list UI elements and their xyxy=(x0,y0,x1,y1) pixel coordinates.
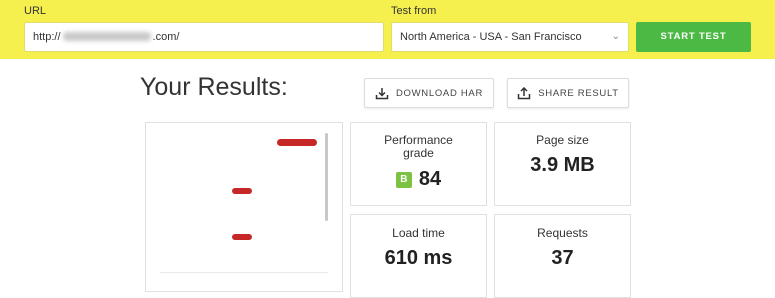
screenshot-frame xyxy=(160,133,328,273)
page-screenshot-preview xyxy=(145,122,343,292)
top-bar: URL http:// .com/ Test from North America… xyxy=(0,0,775,59)
results-heading: Your Results: xyxy=(140,73,288,101)
share-result-button[interactable]: SHARE RESULT xyxy=(507,78,629,108)
requests-card: Requests 37 xyxy=(494,214,631,298)
start-test-button[interactable]: START TEST xyxy=(636,22,751,52)
page-size-value: 3.9 MB xyxy=(530,154,595,176)
url-suffix: .com/ xyxy=(152,31,180,43)
preview-red-bar xyxy=(277,139,317,146)
download-har-label: DOWNLOAD HAR xyxy=(395,87,484,99)
performance-score: 84 xyxy=(418,168,442,190)
preview-red-button xyxy=(232,234,252,240)
chevron-down-icon: ⌄ xyxy=(611,31,620,42)
url-prefix: http:// xyxy=(33,31,61,43)
redacted-domain xyxy=(62,32,151,41)
load-time-label: Load time xyxy=(392,226,445,240)
url-input[interactable]: http:// .com/ xyxy=(24,22,384,52)
performance-grade-card: Performance grade B 84 xyxy=(350,122,487,206)
preview-red-button xyxy=(232,188,252,194)
load-time-value: 610 ms xyxy=(384,247,453,269)
test-from-label: Test from xyxy=(391,5,437,17)
load-time-card: Load time 610 ms xyxy=(350,214,487,298)
page-size-card: Page size 3.9 MB xyxy=(494,122,631,206)
performance-grade-label-line2: grade xyxy=(403,146,434,160)
url-label: URL xyxy=(24,5,47,17)
test-location-value: North America - USA - San Francisco xyxy=(400,31,582,43)
grade-badge: B xyxy=(395,172,412,188)
share-result-label: SHARE RESULT xyxy=(538,87,619,99)
test-location-select[interactable]: North America - USA - San Francisco ⌄ xyxy=(391,22,629,52)
requests-value: 37 xyxy=(551,247,574,269)
requests-label: Requests xyxy=(537,226,588,240)
share-icon xyxy=(517,86,531,100)
download-icon xyxy=(375,87,389,100)
page-size-label: Page size xyxy=(536,133,589,147)
download-har-button[interactable]: DOWNLOAD HAR xyxy=(364,78,494,108)
preview-scrollbar xyxy=(325,133,328,221)
